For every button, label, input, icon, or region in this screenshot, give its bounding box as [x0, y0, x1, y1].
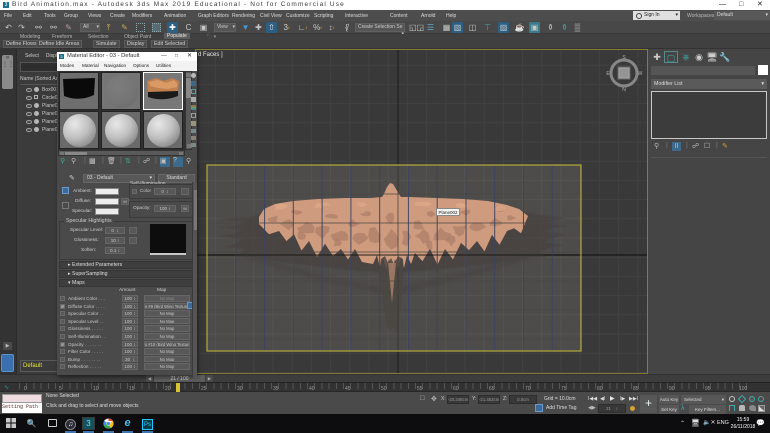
svg-text:W: W: [638, 71, 643, 77]
svg-text:N: N: [622, 87, 626, 93]
